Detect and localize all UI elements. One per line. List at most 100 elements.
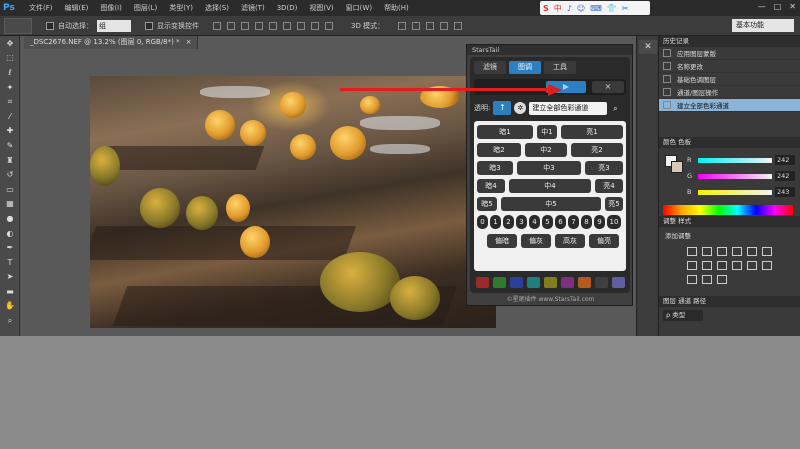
close-document-icon[interactable]: ×	[186, 38, 192, 46]
gradient-tool-icon[interactable]: ▦	[0, 197, 20, 212]
photo-filter-icon[interactable]	[717, 261, 727, 270]
channel-mixer-icon[interactable]	[732, 261, 742, 270]
light-1-button[interactable]: 亮1	[561, 125, 623, 139]
menu-image[interactable]: 图像(I)	[94, 0, 128, 16]
pen-tool-icon[interactable]: ✒	[0, 240, 20, 255]
eraser-tool-icon[interactable]: ▭	[0, 182, 20, 197]
history-panel-tab[interactable]: 历史记录	[659, 36, 800, 47]
history-brush-icon[interactable]: ↺	[0, 167, 20, 182]
dark-5-button[interactable]: 暗5	[477, 197, 497, 211]
background-color-swatch[interactable]	[671, 161, 683, 173]
history-item[interactable]: 基础色调图层	[659, 73, 800, 86]
crop-tool-icon[interactable]: ⌗	[0, 94, 20, 109]
hand-tool-icon[interactable]: ✋	[0, 299, 20, 314]
exposure-icon[interactable]	[732, 247, 742, 256]
level-6-button[interactable]: 6	[555, 215, 566, 229]
color-spectrum-bar[interactable]	[663, 205, 793, 215]
layer-kind-filter[interactable]: ρ 类型	[663, 310, 703, 321]
swatch-button[interactable]	[527, 277, 540, 288]
green-channel-value[interactable]: 242	[775, 171, 795, 181]
dark-3-button[interactable]: 暗3	[477, 161, 513, 175]
move-tool-preset[interactable]	[4, 17, 32, 34]
posterize-icon[interactable]	[762, 261, 772, 270]
selective-color-icon[interactable]	[717, 275, 727, 284]
marquee-tool-icon[interactable]: ⬚	[0, 51, 20, 66]
level-9-button[interactable]: 9	[594, 215, 605, 229]
align-bottom-icon[interactable]	[241, 21, 249, 30]
align-top-icon[interactable]	[213, 21, 221, 30]
ime-skin-icon[interactable]: 👕	[607, 4, 617, 13]
levels-icon[interactable]	[702, 247, 712, 256]
dark-2-button[interactable]: 暗2	[477, 143, 521, 157]
ime-logo-icon[interactable]: S	[543, 4, 549, 13]
blue-channel-slider[interactable]	[698, 189, 772, 195]
auto-select-dropdown[interactable]: 组	[97, 19, 131, 32]
distribute-icon[interactable]	[297, 21, 305, 30]
tab-tools[interactable]: 工具	[544, 61, 576, 74]
adjustments-panel-tabs[interactable]: 调整 样式	[659, 216, 800, 227]
distribute-icon[interactable]	[311, 21, 319, 30]
settings-gear-icon[interactable]: ✲	[514, 102, 527, 114]
color-balance-icon[interactable]	[687, 261, 697, 270]
layers-panel-tabs[interactable]: 图层 通道 路径	[659, 296, 800, 307]
swatch-button[interactable]	[561, 277, 574, 288]
level-5-button[interactable]: 5	[542, 215, 553, 229]
magic-wand-tool-icon[interactable]: ✦	[0, 80, 20, 95]
light-bias-button[interactable]: 偏亮	[589, 234, 619, 248]
zoom-tool-icon[interactable]: ⌕	[0, 313, 20, 328]
3d-slide-icon[interactable]	[440, 21, 449, 30]
brightness-icon[interactable]	[687, 247, 697, 256]
shape-tool-icon[interactable]: ▬	[0, 284, 20, 299]
light-5-button[interactable]: 亮5	[605, 197, 623, 211]
menu-filter[interactable]: 滤镜(T)	[235, 0, 271, 16]
swatch-button[interactable]	[578, 277, 591, 288]
3d-roll-icon[interactable]	[412, 21, 421, 30]
align-left-icon[interactable]	[255, 21, 263, 30]
swatch-button[interactable]	[476, 277, 489, 288]
history-item-selected[interactable]: 建立全部色彩通道	[659, 99, 800, 112]
level-4-button[interactable]: 4	[529, 215, 540, 229]
preset-input[interactable]: 建立全部色彩通道	[529, 101, 608, 115]
document-tab[interactable]: _DSC2676.NEF @ 13.2% (图层 0, RGB/8*) * ×	[24, 36, 199, 49]
swatch-button[interactable]	[595, 277, 608, 288]
swatch-button[interactable]	[493, 277, 506, 288]
mid-5-button[interactable]: 中5	[501, 197, 601, 211]
align-middle-icon[interactable]	[227, 21, 235, 30]
move-tool-icon[interactable]: ✥	[0, 36, 20, 51]
maximize-button[interactable]: □	[774, 2, 782, 11]
level-2-button[interactable]: 2	[503, 215, 514, 229]
dark-4-button[interactable]: 暗4	[477, 179, 505, 193]
ime-tools-icon[interactable]: ✂	[622, 4, 629, 13]
path-select-icon[interactable]: ➤	[0, 270, 20, 285]
transform-controls-checkbox[interactable]	[145, 21, 153, 30]
red-channel-value[interactable]: 242	[775, 155, 795, 165]
swatch-button[interactable]	[510, 277, 523, 288]
blue-channel-value[interactable]: 243	[775, 187, 795, 197]
menu-window[interactable]: 窗口(W)	[340, 0, 378, 16]
3d-pan-icon[interactable]	[426, 21, 435, 30]
menu-file[interactable]: 文件(F)	[23, 0, 59, 16]
menu-view[interactable]: 视图(V)	[303, 0, 339, 16]
dodge-tool-icon[interactable]: ◐	[0, 226, 20, 241]
plugin-close-button[interactable]: ×	[592, 81, 624, 93]
light-4-button[interactable]: 亮4	[595, 179, 623, 193]
curves-icon[interactable]	[717, 247, 727, 256]
menu-3d[interactable]: 3D(D)	[271, 0, 304, 16]
dark-bias-button[interactable]: 偏暗	[487, 234, 517, 248]
menu-layer[interactable]: 图层(L)	[128, 0, 163, 16]
tab-filter[interactable]: 滤镜	[474, 61, 506, 74]
blur-tool-icon[interactable]: ●	[0, 211, 20, 226]
dark-1-button[interactable]: 暗1	[477, 125, 533, 139]
tab-color-adjust[interactable]: 图调	[509, 61, 541, 74]
swatch-button[interactable]	[544, 277, 557, 288]
healing-brush-icon[interactable]: ✚	[0, 124, 20, 139]
3d-rotate-icon[interactable]	[398, 21, 407, 30]
menu-type[interactable]: 类型(Y)	[163, 0, 199, 16]
color-panel-tabs[interactable]: 颜色 色板	[659, 137, 800, 148]
mid-4-button[interactable]: 中4	[509, 179, 591, 193]
level-0-button[interactable]: 0	[477, 215, 488, 229]
ime-chinese-toggle[interactable]: 中	[554, 3, 562, 14]
history-item[interactable]: 名称更改	[659, 60, 800, 73]
high-gray-button[interactable]: 高灰	[555, 234, 585, 248]
vibrance-icon[interactable]	[747, 247, 757, 256]
